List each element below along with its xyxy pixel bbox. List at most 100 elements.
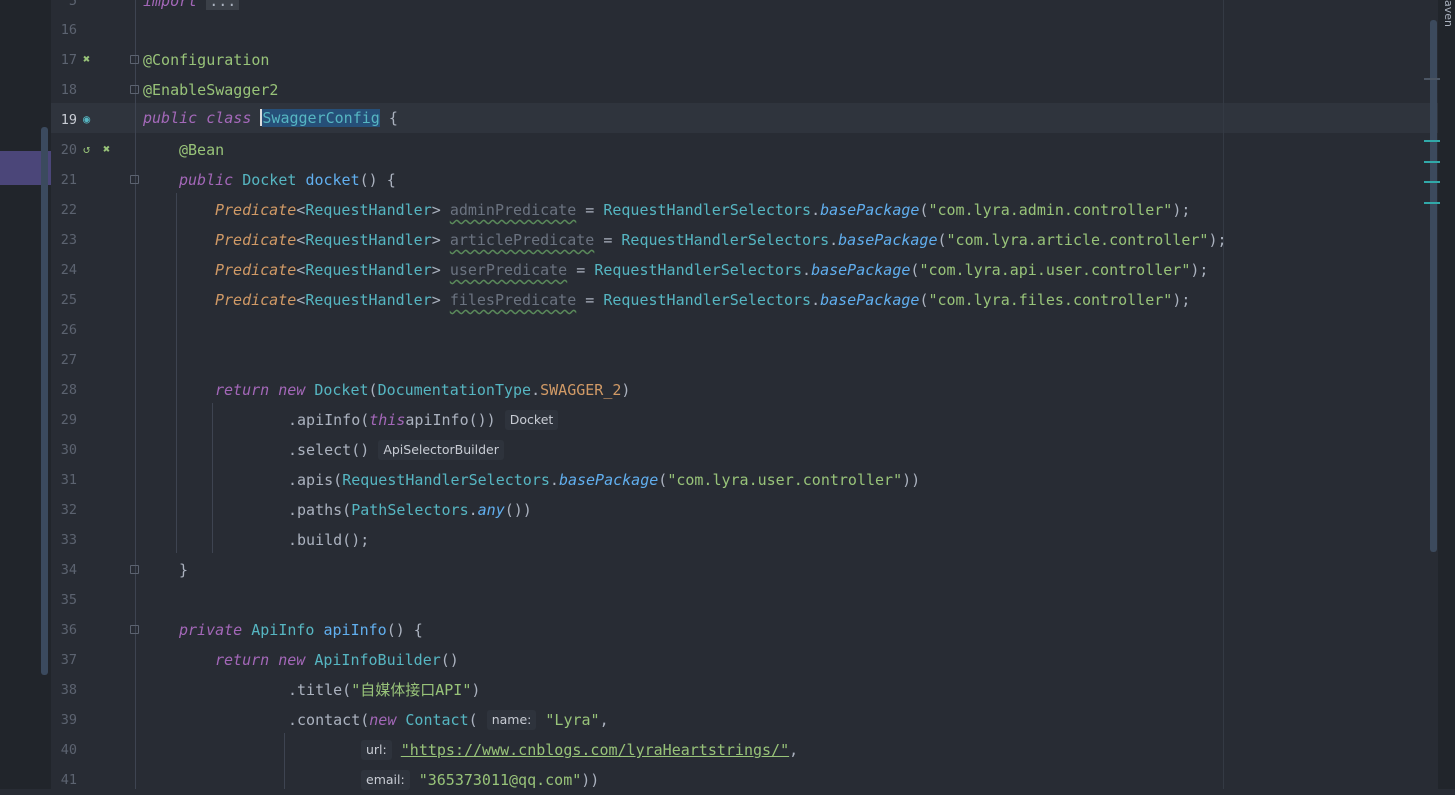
maven-tool-tab[interactable]: aven (1441, 0, 1455, 40)
class-ref: RequestHandlerSelectors (603, 201, 812, 219)
method-name: docket (305, 171, 360, 189)
punct: )) (902, 471, 921, 489)
string: "com.lyra.article.controller" (946, 231, 1209, 249)
line-number: 27 (60, 352, 77, 368)
left-scrollbar[interactable] (41, 127, 48, 675)
string: "Lyra" (545, 711, 600, 729)
keyword: class (206, 109, 252, 127)
scroll-marker (1424, 78, 1440, 80)
string: "自媒体接口API" (351, 681, 472, 699)
keyword: public (179, 171, 234, 189)
class-ref: RequestHandlerSelectors (594, 261, 803, 279)
type: Predicate (215, 261, 297, 279)
url-string[interactable]: "https://www.cnblogs.com/lyraHeartstring… (401, 741, 789, 759)
scroll-marker[interactable] (1424, 181, 1440, 183)
string: "365373011@qq.com" (418, 771, 582, 789)
method-call: basePackage (558, 471, 659, 489)
indent-guide (212, 403, 213, 553)
folded-imports[interactable]: ... (206, 0, 240, 10)
method-call: apiInfo (405, 411, 469, 429)
string: "com.lyra.files.controller" (928, 291, 1173, 309)
bean-gutter-icon[interactable]: ✖ (83, 52, 90, 66)
scroll-marker[interactable] (1424, 140, 1440, 142)
punct: () { (386, 621, 423, 639)
code-line-docket-method[interactable]: public Docket docket() { (179, 165, 396, 195)
punct: ( (468, 711, 478, 729)
code-line-select[interactable]: .select() ApiSelectorBuilder (288, 435, 504, 465)
unused-var: articlePredicate (449, 231, 595, 249)
line-number: 34 (60, 562, 77, 578)
code-line-paths[interactable]: .paths(PathSelectors.any()) (288, 495, 532, 525)
method-call: basePackage (811, 261, 911, 279)
class-ref: PathSelectors (351, 501, 469, 519)
indent-guide (284, 733, 285, 789)
navigate-gutter-icon[interactable]: ↺ (83, 142, 90, 156)
line-number: 36 (60, 622, 77, 638)
fold-marker[interactable] (130, 55, 139, 64)
code-line-return-docket[interactable]: return new Docket(DocumentationType.SWAG… (215, 375, 630, 405)
right-margin-guide (1223, 0, 1224, 789)
type: ApiInfo (251, 621, 315, 639)
keyword: return (215, 381, 270, 399)
line-number: 23 (60, 232, 77, 248)
method-call: basePackage (820, 291, 920, 309)
fold-marker[interactable] (130, 625, 139, 634)
type: Contact (405, 711, 469, 729)
keyword: public (143, 109, 198, 127)
type: Docket (314, 381, 369, 399)
code-line-build[interactable]: .build(); (288, 525, 369, 555)
class-ref: RequestHandlerSelectors (342, 471, 550, 489)
line-number: 28 (60, 382, 77, 398)
punct: ()) (468, 411, 496, 429)
method-call: basePackage (838, 231, 938, 249)
code-line-configuration[interactable]: @Configuration (143, 45, 269, 75)
unused-var: filesPredicate (449, 291, 577, 309)
code-line-apiinfo-call[interactable]: .apiInfo(thisapiInfo()) Docket (288, 405, 559, 435)
scroll-marker[interactable] (1424, 202, 1440, 204)
code-line-close-brace[interactable]: } (179, 555, 188, 585)
code-line-contact[interactable]: .contact(new Contact( name: "Lyra", (288, 705, 609, 735)
type: RequestHandler (305, 201, 432, 219)
method-call: .contact( (288, 711, 370, 729)
code-line-predicate[interactable]: Predicate<RequestHandler> filesPredicate… (215, 285, 1190, 315)
line-number: 29 (60, 412, 77, 428)
scroll-thumb[interactable] (1430, 20, 1437, 552)
code-line-import[interactable]: import ... (143, 0, 240, 16)
type: Predicate (215, 291, 297, 309)
method-call: .paths( (288, 501, 352, 519)
line-number: 21 (60, 172, 77, 188)
param-hint: url: (361, 740, 392, 760)
code-line-bean[interactable]: @Bean (179, 135, 224, 165)
code-line-class-decl[interactable]: public class SwaggerConfig { (143, 103, 398, 133)
code-line-predicate[interactable]: Predicate<RequestHandler> userPredicate … (215, 255, 1208, 285)
code-line-enable-swagger[interactable]: @EnableSwagger2 (143, 75, 278, 105)
fold-marker[interactable] (130, 85, 139, 94)
class-ref: DocumentationType (377, 381, 532, 399)
code-line-url[interactable]: url: "https://www.cnblogs.com/lyraHearts… (361, 735, 798, 765)
punct: () (440, 651, 459, 669)
string: "com.lyra.user.controller" (667, 471, 903, 489)
bean-gutter-icon[interactable]: ✖ (103, 142, 110, 156)
punct: , (599, 711, 609, 729)
line-number: 24 (60, 262, 77, 278)
code-line-apiinfo-method[interactable]: private ApiInfo apiInfo() { (179, 615, 423, 645)
code-line-title[interactable]: .title("自媒体接口API") (288, 675, 480, 705)
indent-guide (135, 0, 136, 789)
string: "com.lyra.api.user.controller" (919, 261, 1191, 279)
punct: () { (359, 171, 396, 189)
config-gutter-icon[interactable]: ◉ (83, 112, 90, 126)
left-tool-strip (0, 0, 51, 789)
code-line-predicate[interactable]: Predicate<RequestHandler> articlePredica… (215, 225, 1227, 255)
code-line-predicate[interactable]: Predicate<RequestHandler> adminPredicate… (215, 195, 1190, 225)
line-number: 32 (60, 502, 77, 518)
class-ref: RequestHandlerSelectors (603, 291, 812, 309)
code-line-apis[interactable]: .apis(RequestHandlerSelectors.basePackag… (288, 465, 920, 495)
code-line-email[interactable]: email: "365373011@qq.com")) (361, 765, 599, 795)
type-hint: Docket (504, 410, 559, 430)
code-line-return-builder[interactable]: return new ApiInfoBuilder() (215, 645, 459, 675)
right-scrollbar[interactable] (1430, 0, 1455, 789)
fold-marker[interactable] (130, 175, 139, 184)
scroll-marker[interactable] (1424, 161, 1440, 163)
fold-marker[interactable] (130, 565, 139, 574)
type: RequestHandler (305, 231, 432, 249)
